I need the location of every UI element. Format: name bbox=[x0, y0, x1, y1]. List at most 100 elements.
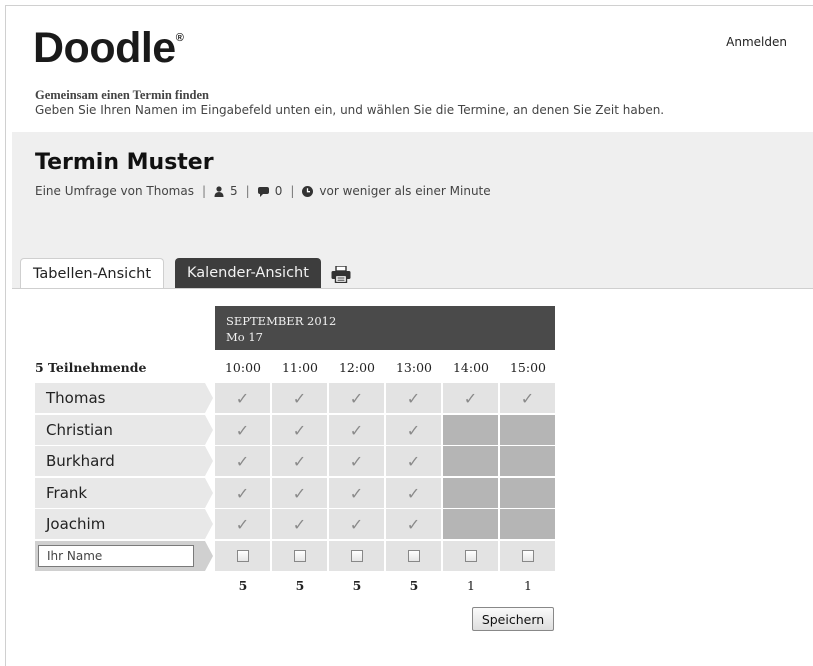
meta-separator: | bbox=[245, 184, 250, 198]
vote-total: 5 bbox=[295, 578, 305, 593]
vote-yes-cell: ✓ bbox=[443, 383, 498, 413]
meta-separator: | bbox=[290, 184, 295, 198]
checkmark-icon: ✓ bbox=[235, 388, 250, 408]
participant-name: Thomas bbox=[35, 383, 213, 413]
name-input[interactable] bbox=[38, 545, 194, 567]
vote-yes-cell: ✓ bbox=[272, 446, 327, 476]
availability-checkbox-cell bbox=[443, 541, 498, 571]
time-slot-header: 15:00 bbox=[509, 360, 547, 375]
vote-no-cell bbox=[443, 415, 498, 445]
checkmark-icon: ✓ bbox=[292, 514, 307, 534]
vote-yes-cell: ✓ bbox=[215, 415, 270, 445]
poll-title: Termin Muster bbox=[35, 150, 214, 175]
poll-meta: Eine Umfrage von Thomas | 5 | 0 | vor we… bbox=[35, 184, 491, 198]
participant-name: Frank bbox=[35, 478, 213, 508]
availability-checkbox[interactable] bbox=[236, 550, 249, 562]
save-button[interactable]: Speichern bbox=[472, 607, 554, 631]
vote-yes-cell: ✓ bbox=[215, 509, 270, 539]
vote-yes-cell: ✓ bbox=[500, 383, 555, 413]
availability-checkbox-cell bbox=[386, 541, 441, 571]
vote-yes-cell: ✓ bbox=[329, 478, 384, 508]
checkmark-icon: ✓ bbox=[406, 388, 421, 408]
checkmark-icon: ✓ bbox=[406, 451, 421, 471]
vote-total: 5 bbox=[409, 578, 419, 593]
checkmark-icon: ✓ bbox=[349, 388, 364, 408]
speech-bubble-icon bbox=[257, 184, 269, 198]
availability-checkbox-cell bbox=[329, 541, 384, 571]
vote-no-cell bbox=[500, 446, 555, 476]
checkmark-icon: ✓ bbox=[406, 483, 421, 503]
vote-total: 1 bbox=[467, 578, 475, 593]
vote-no-cell bbox=[443, 446, 498, 476]
doodle-logo[interactable]: Doodle® bbox=[33, 24, 184, 73]
vote-yes-cell: ✓ bbox=[272, 383, 327, 413]
vote-yes-cell: ✓ bbox=[329, 383, 384, 413]
checkmark-icon: ✓ bbox=[406, 420, 421, 440]
checkmark-icon: ✓ bbox=[349, 483, 364, 503]
availability-checkbox[interactable] bbox=[521, 550, 534, 562]
checkmark-icon: ✓ bbox=[235, 514, 250, 534]
poll-author: Eine Umfrage von Thomas bbox=[35, 184, 194, 198]
checkmark-icon: ✓ bbox=[463, 388, 478, 408]
checkmark-icon: ✓ bbox=[292, 483, 307, 503]
availability-checkbox[interactable] bbox=[407, 550, 420, 562]
availability-checkbox[interactable] bbox=[350, 550, 363, 562]
printer-icon[interactable] bbox=[331, 265, 351, 287]
checkmark-icon: ✓ bbox=[292, 388, 307, 408]
time-slot-header: 13:00 bbox=[395, 360, 433, 375]
availability-checkbox-cell bbox=[500, 541, 555, 571]
availability-checkbox-cell bbox=[215, 541, 270, 571]
vote-yes-cell: ✓ bbox=[386, 478, 441, 508]
person-icon bbox=[214, 184, 224, 198]
participants-count: 5 bbox=[230, 184, 238, 198]
time-slot-header: 11:00 bbox=[281, 360, 319, 375]
checkmark-icon: ✓ bbox=[406, 514, 421, 534]
meta-separator: | bbox=[201, 184, 206, 198]
participant-name: Joachim bbox=[35, 509, 213, 539]
vote-no-cell bbox=[500, 478, 555, 508]
day-label: Mo 17 bbox=[226, 330, 263, 344]
participant-name: Burkhard bbox=[35, 446, 213, 476]
checkmark-icon: ✓ bbox=[235, 420, 250, 440]
time-slot-header: 12:00 bbox=[338, 360, 376, 375]
vote-yes-cell: ✓ bbox=[329, 446, 384, 476]
vote-no-cell bbox=[443, 509, 498, 539]
tab-table-view[interactable]: Tabellen-Ansicht bbox=[20, 258, 164, 289]
clock-icon bbox=[302, 184, 314, 198]
vote-yes-cell: ✓ bbox=[215, 478, 270, 508]
login-link[interactable]: Anmelden bbox=[726, 35, 787, 49]
vote-total: 1 bbox=[524, 578, 532, 593]
vote-no-cell bbox=[500, 415, 555, 445]
vote-total: 5 bbox=[238, 578, 248, 593]
vote-yes-cell: ✓ bbox=[329, 509, 384, 539]
availability-checkbox[interactable] bbox=[293, 550, 306, 562]
vote-yes-cell: ✓ bbox=[272, 478, 327, 508]
updated-text: vor weniger als einer Minute bbox=[319, 184, 491, 198]
checkmark-icon: ✓ bbox=[349, 451, 364, 471]
comments-count: 0 bbox=[274, 184, 283, 198]
checkmark-icon: ✓ bbox=[349, 514, 364, 534]
checkmark-icon: ✓ bbox=[520, 388, 535, 408]
checkmark-icon: ✓ bbox=[349, 420, 364, 440]
checkmark-icon: ✓ bbox=[235, 451, 250, 471]
vote-total: 5 bbox=[352, 578, 362, 593]
participant-name: Christian bbox=[35, 415, 213, 445]
vote-yes-cell: ✓ bbox=[386, 509, 441, 539]
availability-checkbox[interactable] bbox=[464, 550, 477, 562]
tagline-subtitle: Geben Sie Ihren Namen im Eingabefeld unt… bbox=[35, 103, 665, 117]
tab-calendar-view[interactable]: Kalender-Ansicht bbox=[175, 258, 321, 288]
tab-baseline bbox=[12, 288, 813, 289]
vote-yes-cell: ✓ bbox=[329, 415, 384, 445]
vote-yes-cell: ✓ bbox=[272, 415, 327, 445]
time-slot-header: 10:00 bbox=[224, 360, 262, 375]
vote-yes-cell: ✓ bbox=[386, 415, 441, 445]
time-slot-header: 14:00 bbox=[452, 360, 490, 375]
date-header: SEPTEMBER 2012 Mo 17 bbox=[215, 306, 555, 350]
vote-yes-cell: ✓ bbox=[272, 509, 327, 539]
checkmark-icon: ✓ bbox=[292, 451, 307, 471]
vote-yes-cell: ✓ bbox=[215, 383, 270, 413]
checkmark-icon: ✓ bbox=[292, 420, 307, 440]
vote-no-cell bbox=[500, 509, 555, 539]
vote-yes-cell: ✓ bbox=[386, 446, 441, 476]
vote-yes-cell: ✓ bbox=[215, 446, 270, 476]
